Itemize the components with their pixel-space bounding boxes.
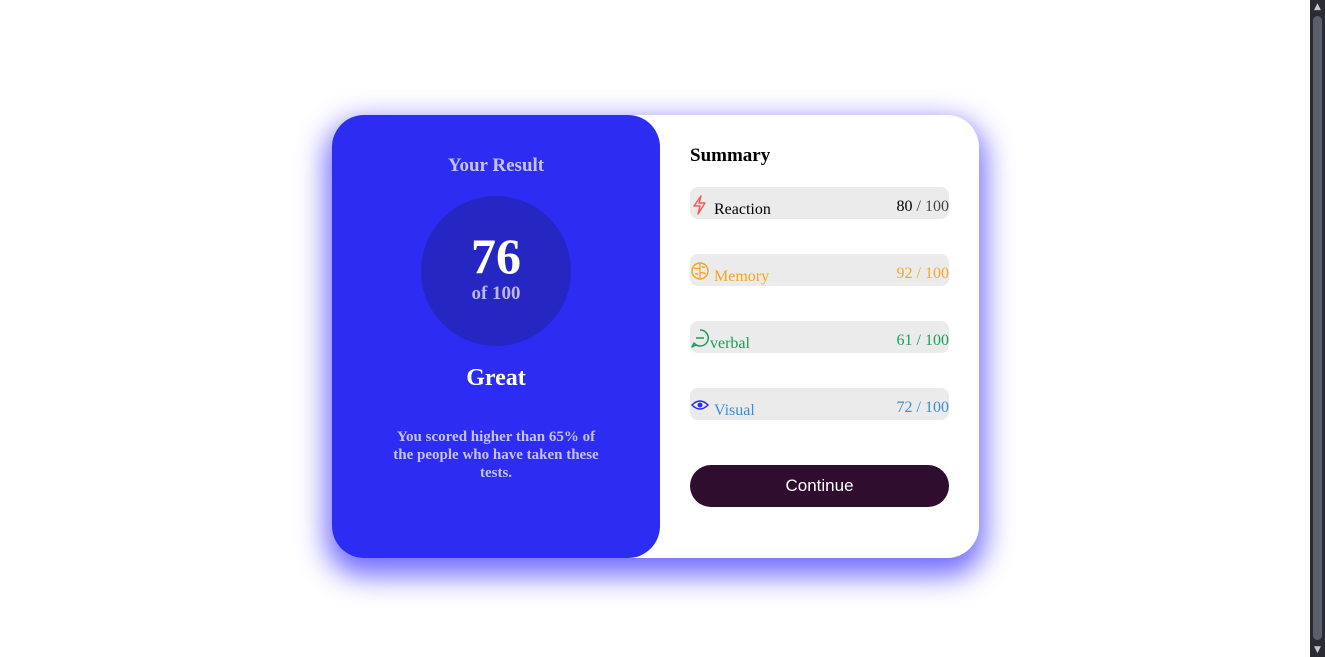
score-value: 92 xyxy=(896,265,913,282)
continue-button[interactable]: Continue xyxy=(690,465,949,507)
summary-item-score: 72 / 100 xyxy=(897,399,949,417)
score-max: / 100 xyxy=(916,265,949,282)
summary-title: Summary xyxy=(690,145,771,166)
summary-item-score: 80 / 100 xyxy=(897,198,949,216)
result-title: Your Result xyxy=(447,155,545,176)
brain-icon xyxy=(690,261,712,283)
summary-item-label: Reaction xyxy=(714,201,771,218)
summary-item-reaction: Reaction 80 / 100 xyxy=(690,187,949,219)
summary-item-verbal: verbal 61 / 100 xyxy=(690,321,949,353)
score-max-label: of 100 xyxy=(471,283,521,304)
result-panel: Your Result 76 of 100 Great You scored h… xyxy=(332,115,660,558)
lightning-icon xyxy=(690,194,712,216)
score-value: 61 xyxy=(896,332,913,349)
scroll-down-arrow-icon[interactable]: ▼ xyxy=(1310,643,1325,657)
score-circle: 76 of 100 xyxy=(421,196,571,346)
summary-item-label: Visual xyxy=(714,402,755,419)
summary-item-visual: Visual 72 / 100 xyxy=(690,388,949,420)
score-value: 72 xyxy=(896,399,913,416)
summary-item-score: 92 / 100 xyxy=(897,265,949,283)
page: Your Result 76 of 100 Great You scored h… xyxy=(0,0,1310,657)
summary-item-label: verbal xyxy=(710,335,750,352)
eye-icon xyxy=(690,395,712,417)
scroll-up-arrow-icon[interactable]: ▲ xyxy=(1310,0,1325,14)
vertical-scrollbar[interactable]: ▲ ▼ xyxy=(1310,0,1325,657)
rating-label: Great xyxy=(466,365,526,391)
score-value: 80 xyxy=(896,198,913,215)
score-max: / 100 xyxy=(916,198,949,215)
summary-item-memory: Memory 92 / 100 xyxy=(690,254,949,286)
scrollbar-thumb[interactable] xyxy=(1313,16,1322,640)
score-value: 76 xyxy=(471,228,521,284)
results-summary-card: Your Result 76 of 100 Great You scored h… xyxy=(332,115,979,558)
score-max: / 100 xyxy=(916,332,949,349)
summary-item-score: 61 / 100 xyxy=(897,332,949,350)
result-description: You scored higher than 65% of the people… xyxy=(393,429,599,481)
summary-item-label: Memory xyxy=(714,268,770,285)
score-max: / 100 xyxy=(916,399,949,416)
chat-bubble-icon xyxy=(690,328,712,350)
